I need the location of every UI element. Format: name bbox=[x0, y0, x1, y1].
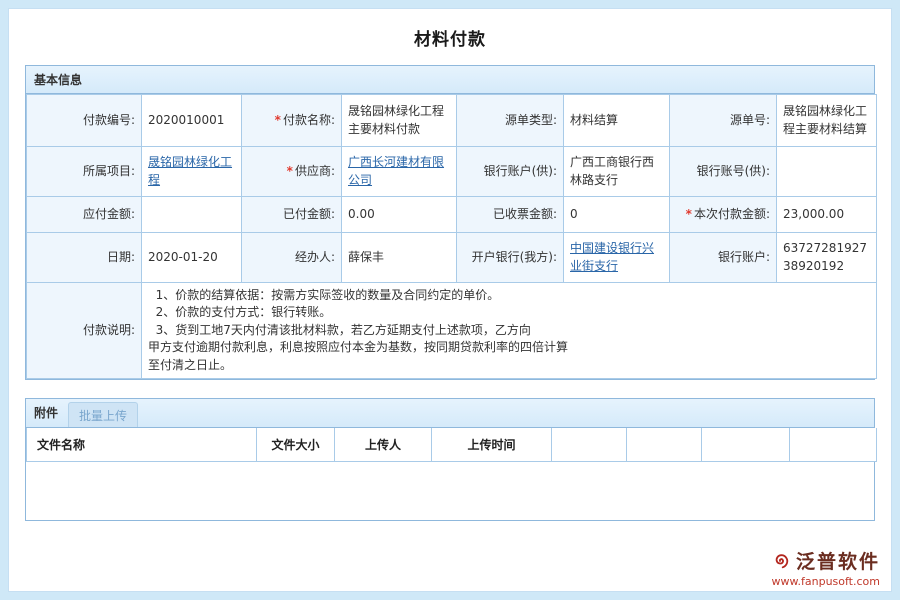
brand-url[interactable]: www.fanpusoft.com bbox=[768, 575, 880, 588]
supplier-bank-account-value: 广西工商银行西林路支行 bbox=[564, 147, 670, 197]
payment-no-label: 付款编号: bbox=[27, 95, 142, 147]
attachments-title: 附件 bbox=[34, 404, 58, 427]
table-row: 所属项目: 晟铭园林绿化工程 *供应商: 广西长河建材有限公司 银行账户(供):… bbox=[27, 147, 877, 197]
col-uploader: 上传人 bbox=[335, 428, 432, 462]
col-empty-4 bbox=[790, 428, 877, 462]
payment-name-label-text: 付款名称: bbox=[283, 113, 335, 127]
source-type-value: 材料结算 bbox=[564, 95, 670, 147]
page-title: 材料付款 bbox=[9, 9, 891, 65]
required-mark: * bbox=[275, 113, 281, 127]
our-bank-label: 开户银行(我方): bbox=[457, 233, 564, 283]
payment-notes-value: 1、价款的结算依据：按需方实际签收的数量及合同约定的单价。 2、价款的支付方式：… bbox=[142, 283, 877, 379]
col-empty-2 bbox=[627, 428, 702, 462]
col-upload-time: 上传时间 bbox=[432, 428, 552, 462]
payable-amount-value bbox=[142, 197, 242, 233]
project-value: 晟铭园林绿化工程 bbox=[142, 147, 242, 197]
footer-brand: 泛普软件 www.fanpusoft.com bbox=[768, 547, 880, 588]
invoiced-amount-value: 0 bbox=[564, 197, 670, 233]
payable-amount-label: 应付金额: bbox=[27, 197, 142, 233]
attachments-table: 文件名称 文件大小 上传人 上传时间 bbox=[26, 428, 877, 462]
handler-value: 薛保丰 bbox=[342, 233, 457, 283]
brand-row: 泛普软件 bbox=[768, 547, 880, 574]
attachments-empty-area bbox=[26, 462, 874, 520]
supplier-value: 广西长河建材有限公司 bbox=[342, 147, 457, 197]
date-label: 日期: bbox=[27, 233, 142, 283]
our-bank-value: 中国建设银行兴业街支行 bbox=[564, 233, 670, 283]
batch-upload-button[interactable]: 批量上传 bbox=[68, 402, 138, 427]
basic-info-section: 基本信息 付款编号: 2020010001 *付款名称: 晟铭园林绿化工程主要材… bbox=[25, 65, 875, 380]
basic-info-header: 基本信息 bbox=[26, 66, 874, 94]
project-label: 所属项目: bbox=[27, 147, 142, 197]
project-link[interactable]: 晟铭园林绿化工程 bbox=[148, 155, 232, 186]
supplier-bank-no-label: 银行账号(供): bbox=[670, 147, 777, 197]
current-payment-label-text: 本次付款金额: bbox=[694, 207, 770, 221]
required-mark: * bbox=[686, 207, 692, 221]
supplier-label-text: 供应商: bbox=[295, 164, 335, 178]
col-file-size: 文件大小 bbox=[257, 428, 335, 462]
attachments-section: 附件 批量上传 文件名称 文件大小 上传人 上传时间 bbox=[25, 398, 875, 521]
supplier-link[interactable]: 广西长河建材有限公司 bbox=[348, 155, 444, 186]
date-value: 2020-01-20 bbox=[142, 233, 242, 283]
attachments-header-row: 文件名称 文件大小 上传人 上传时间 bbox=[27, 428, 877, 462]
col-empty-1 bbox=[552, 428, 627, 462]
basic-info-table: 付款编号: 2020010001 *付款名称: 晟铭园林绿化工程主要材料付款 源… bbox=[26, 94, 877, 379]
supplier-label: *供应商: bbox=[242, 147, 342, 197]
table-row: 应付金额: 已付金额: 0.00 已收票金额: 0 *本次付款金额: 23,00… bbox=[27, 197, 877, 233]
our-bank-account-value: 6372728192738920192 bbox=[777, 233, 877, 283]
current-payment-value: 23,000.00 bbox=[777, 197, 877, 233]
fanpu-spiral-icon bbox=[768, 549, 792, 573]
paid-amount-value: 0.00 bbox=[342, 197, 457, 233]
attachments-header: 附件 批量上传 bbox=[26, 399, 874, 428]
brand-name: 泛普软件 bbox=[796, 547, 880, 574]
table-row: 付款编号: 2020010001 *付款名称: 晟铭园林绿化工程主要材料付款 源… bbox=[27, 95, 877, 147]
payment-name-label: *付款名称: bbox=[242, 95, 342, 147]
table-row: 付款说明: 1、价款的结算依据：按需方实际签收的数量及合同约定的单价。 2、价款… bbox=[27, 283, 877, 379]
handler-label: 经办人: bbox=[242, 233, 342, 283]
source-type-label: 源单类型: bbox=[457, 95, 564, 147]
payment-name-value: 晟铭园林绿化工程主要材料付款 bbox=[342, 95, 457, 147]
paid-amount-label: 已付金额: bbox=[242, 197, 342, 233]
our-bank-link[interactable]: 中国建设银行兴业街支行 bbox=[570, 241, 654, 272]
supplier-bank-account-label: 银行账户(供): bbox=[457, 147, 564, 197]
our-bank-account-label: 银行账户: bbox=[670, 233, 777, 283]
supplier-bank-no-value bbox=[777, 147, 877, 197]
source-no-value: 晟铭园林绿化工程主要材料结算 bbox=[777, 95, 877, 147]
required-mark: * bbox=[287, 164, 293, 178]
payment-notes-label: 付款说明: bbox=[27, 283, 142, 379]
invoiced-amount-label: 已收票金额: bbox=[457, 197, 564, 233]
col-file-name: 文件名称 bbox=[27, 428, 257, 462]
col-empty-3 bbox=[702, 428, 790, 462]
source-no-label: 源单号: bbox=[670, 95, 777, 147]
payment-no-value: 2020010001 bbox=[142, 95, 242, 147]
main-panel: 材料付款 基本信息 付款编号: 2020010001 *付款名称: 晟铭园林绿化… bbox=[8, 8, 892, 592]
current-payment-label: *本次付款金额: bbox=[670, 197, 777, 233]
table-row: 日期: 2020-01-20 经办人: 薛保丰 开户银行(我方): 中国建设银行… bbox=[27, 233, 877, 283]
